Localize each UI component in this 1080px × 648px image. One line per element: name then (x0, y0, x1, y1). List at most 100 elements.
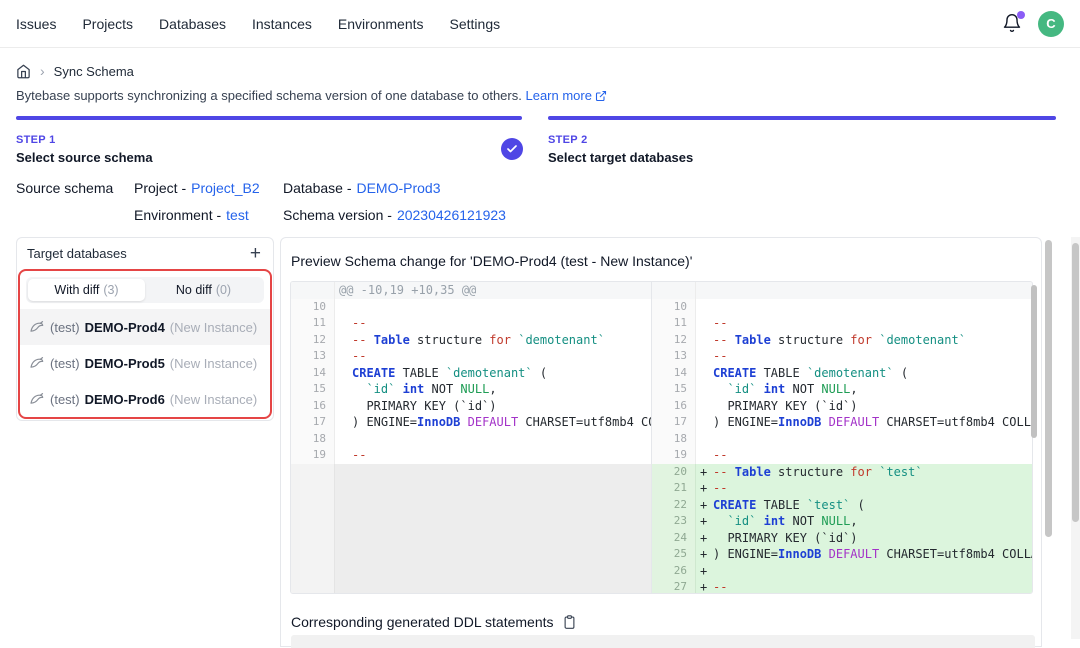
diff-line: 10 (291, 299, 651, 316)
intro-description: Bytebase supports synchronizing a specif… (16, 88, 522, 103)
nav-item-databases[interactable]: Databases (159, 16, 226, 32)
nav-item-environments[interactable]: Environments (338, 16, 424, 32)
source-schema-label: Source schema (16, 180, 113, 196)
diff-line: 14 CREATE TABLE `demotenant` ( (291, 365, 651, 382)
diff-line: 15 `id` int NOT NULL, (291, 381, 651, 398)
diff-line: 19 -- (291, 447, 651, 464)
diff-scrollbar-thumb[interactable] (1031, 285, 1037, 438)
tab-with-diff[interactable]: With diff(3) (28, 279, 145, 301)
diff-line: 21+-- (652, 480, 1032, 497)
mysql-dolphin-icon (29, 391, 45, 407)
database-item-demo-prod6[interactable]: (test)DEMO-Prod6(New Instance) (20, 381, 270, 417)
environment-link[interactable]: test (226, 207, 249, 223)
avatar[interactable]: C (1038, 11, 1064, 37)
diff-line: 20+-- Table structure for `test` (652, 464, 1032, 481)
nav-item-settings[interactable]: Settings (450, 16, 501, 32)
database-link[interactable]: DEMO-Prod3 (356, 180, 440, 196)
preview-panel: Preview Schema change for 'DEMO-Prod4 (t… (280, 237, 1042, 647)
diff-line: 18 (291, 431, 651, 448)
breadcrumb-chevron-icon: › (40, 63, 45, 79)
diff-line: 23+ `id` int NOT NULL, (652, 513, 1032, 530)
notification-dot (1017, 11, 1025, 19)
diff-line: 27+-- (652, 579, 1032, 593)
add-target-database-button[interactable]: + (248, 244, 263, 263)
database-item-demo-prod5[interactable]: (test)DEMO-Prod5(New Instance) (20, 345, 270, 381)
diff-empty-filler (291, 464, 651, 594)
step-2: STEP 2 Select target databases (548, 134, 693, 165)
step-complete-check-icon (501, 138, 523, 160)
mysql-dolphin-icon (29, 355, 45, 371)
breadcrumb-current: Sync Schema (54, 64, 134, 79)
diff-line: 13 -- (291, 348, 651, 365)
version-link[interactable]: 20230426121923 (397, 207, 506, 223)
page-scrollbar-thumb[interactable] (1072, 243, 1079, 522)
mysql-dolphin-icon (29, 319, 45, 335)
learn-more-link[interactable]: Learn more (525, 88, 606, 103)
schema-diff-viewer: @@ -10,19 +10,35 @@10 11 --12 -- Table s… (290, 281, 1033, 594)
ddl-title-text: Corresponding generated DDL statements (291, 614, 554, 630)
copy-ddl-button[interactable] (562, 614, 577, 630)
project-link[interactable]: Project_B2 (191, 180, 259, 196)
version-label: Schema version - (283, 207, 392, 223)
source-database: Database - DEMO-Prod3 (283, 180, 441, 196)
source-schema-version: Schema version - 20230426121923 (283, 207, 506, 223)
diff-line: 26+ (652, 563, 1032, 580)
preview-title: Preview Schema change for 'DEMO-Prod4 (t… (291, 253, 692, 269)
diff-line: 22+CREATE TABLE `test` ( (652, 497, 1032, 514)
target-database-list: (test)DEMO-Prod4(New Instance) (test)DEM… (20, 309, 270, 417)
diff-line: 10 (652, 299, 1032, 316)
target-databases-header: Target databases + (17, 238, 273, 269)
tab-no-diff[interactable]: No diff(0) (145, 279, 262, 301)
nav-item-instances[interactable]: Instances (252, 16, 312, 32)
source-environment: Environment - test (134, 207, 249, 223)
diff-line: 12 -- Table structure for `demotenant` (291, 332, 651, 349)
diff-hunk-header (652, 282, 1032, 299)
database-label: Database - (283, 180, 351, 196)
diff-line: 13 -- (652, 348, 1032, 365)
diff-tabs: With diff(3)No diff(0) (26, 277, 264, 303)
home-icon[interactable] (16, 64, 31, 79)
diff-line: 19 -- (652, 447, 1032, 464)
top-nav: Issues Projects Databases Instances Environm… (0, 0, 1080, 48)
ddl-code-block-top (291, 635, 1035, 648)
diff-line: 12 -- Table structure for `demotenant` (652, 332, 1032, 349)
step1-progress-bar (16, 116, 522, 120)
diff-line: 14 CREATE TABLE `demotenant` ( (652, 365, 1032, 382)
diff-line: 11 -- (652, 315, 1032, 332)
nav-item-issues[interactable]: Issues (16, 16, 56, 32)
diff-line: 25+) ENGINE=InnoDB DEFAULT CHARSET=utf8m… (652, 546, 1032, 563)
intro-text: Bytebase supports synchronizing a specif… (16, 88, 607, 105)
diff-pane-source[interactable]: @@ -10,19 +10,35 @@10 11 --12 -- Table s… (291, 282, 651, 593)
step1-label: STEP 1 (16, 134, 153, 146)
step2-progress-bar (548, 116, 1056, 120)
diff-line: 17 ) ENGINE=InnoDB DEFAULT CHARSET=utf8m… (652, 414, 1032, 431)
nav-right: C (1002, 11, 1064, 37)
nav-item-projects[interactable]: Projects (82, 16, 133, 32)
breadcrumb: › Sync Schema (16, 63, 134, 79)
step2-label: STEP 2 (548, 134, 693, 146)
nav-items: Issues Projects Databases Instances Environm… (16, 16, 500, 32)
step2-title: Select target databases (548, 150, 693, 165)
step1-title: Select source schema (16, 150, 153, 165)
diff-pane-target[interactable]: 10 11 --12 -- Table structure for `demot… (651, 282, 1032, 593)
diff-line: 15 `id` int NOT NULL, (652, 381, 1032, 398)
target-databases-title: Target databases (27, 246, 127, 261)
diff-line: 16 PRIMARY KEY (`id`) (652, 398, 1032, 415)
clipboard-icon (562, 614, 577, 630)
external-link-icon (595, 90, 607, 105)
project-label: Project - (134, 180, 186, 196)
ddl-section-title: Corresponding generated DDL statements (291, 614, 577, 630)
target-databases-panel: Target databases + With diff(3)No diff(0… (16, 237, 274, 421)
diff-line: 17 ) ENGINE=InnoDB DEFAULT CHARSET=utf8m… (291, 414, 651, 431)
panel-scrollbar-thumb[interactable] (1045, 240, 1052, 537)
diff-hunk-header: @@ -10,19 +10,35 @@ (291, 282, 651, 299)
diff-line: 11 -- (291, 315, 651, 332)
database-item-demo-prod4[interactable]: (test)DEMO-Prod4(New Instance) (20, 309, 270, 345)
step-1: STEP 1 Select source schema (16, 134, 153, 165)
notifications-button[interactable] (1002, 13, 1024, 35)
source-project: Project - Project_B2 (134, 180, 260, 196)
diff-line: 16 PRIMARY KEY (`id`) (291, 398, 651, 415)
environment-label: Environment - (134, 207, 221, 223)
diff-line: 24+ PRIMARY KEY (`id`) (652, 530, 1032, 547)
diff-line: 18 (652, 431, 1032, 448)
